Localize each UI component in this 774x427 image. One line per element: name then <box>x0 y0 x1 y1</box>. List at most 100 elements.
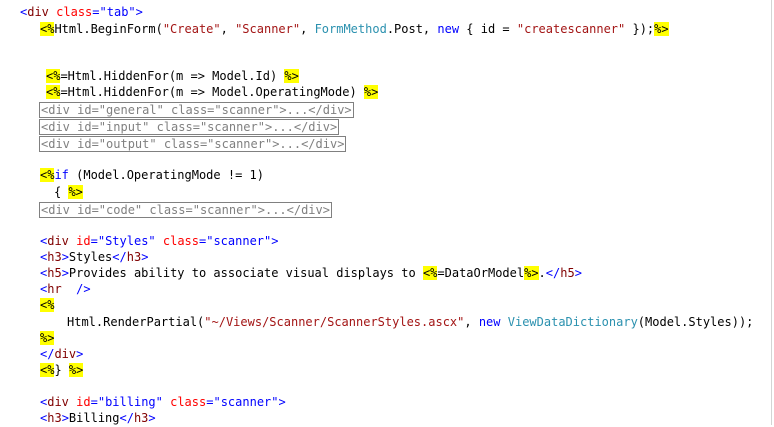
collapsed-region-input[interactable]: <div id="input" class="scanner">...</div… <box>39 119 340 135</box>
code-line: </div> <box>40 346 83 363</box>
token: "scanner" <box>206 234 272 248</box>
token: .Post, <box>386 22 438 36</box>
code-line: <div id="Styles" class="scanner"> <box>40 233 279 250</box>
token: div <box>27 5 49 19</box>
code-line: <%} %> <box>40 362 84 379</box>
token: </ <box>119 411 134 425</box>
token: new <box>478 315 501 329</box>
token: FormMethod <box>314 22 387 36</box>
token: </ <box>40 347 55 361</box>
code-line: <div class="tab"> <box>20 4 143 21</box>
token: ViewDataDictionary <box>507 315 638 329</box>
server-tag-close: %> <box>284 69 299 83</box>
token: /> <box>76 282 91 296</box>
server-tag-close: %> <box>654 22 669 36</box>
server-tag-close: %> <box>68 363 84 377</box>
token: > <box>271 234 279 248</box>
token: > <box>574 266 582 280</box>
token: h3 <box>47 250 62 264</box>
code-line: <h3>Billing</h3> <box>40 410 156 427</box>
token: = <box>90 234 98 248</box>
code-line: <%=Html.HiddenFor(m => Model.Id) %> <box>46 68 299 85</box>
server-tag-close: %> <box>524 266 539 280</box>
token: h5 <box>560 266 575 280</box>
server-tag-open: <% <box>40 168 55 182</box>
code-line: <%=Html.HiddenFor(m => Model.OperatingMo… <box>46 84 379 101</box>
token: > <box>148 411 156 425</box>
server-tag-open: <% <box>422 266 438 280</box>
token: class <box>56 5 93 19</box>
token: = <box>92 5 100 19</box>
token: "Create" <box>162 22 221 36</box>
token: h5 <box>47 266 62 280</box>
token: , <box>300 22 315 36</box>
token: Html.BeginForm( <box>54 22 163 36</box>
token: Provides ability to associate visual dis… <box>68 266 423 280</box>
token: div <box>54 347 77 361</box>
token: { <box>54 185 69 199</box>
code-line: <h5>Provides ability to associate visual… <box>40 265 582 282</box>
code-line: <div id="general" class="scanner">...</d… <box>39 101 354 118</box>
token: h3 <box>47 411 62 425</box>
token: "scanner" <box>213 395 279 409</box>
code-line: <div id="billing" class="scanner"> <box>40 394 286 411</box>
token: "~/Views/Scanner/ScannerStyles.ascx" <box>204 315 465 329</box>
token: h3 <box>133 411 149 425</box>
token: =Html.HiddenFor(m => Model.Id) <box>60 69 285 83</box>
code-line: Html.RenderPartial("~/Views/Scanner/Scan… <box>67 314 753 331</box>
token: , <box>220 22 236 36</box>
server-tag-open: <% <box>46 69 61 83</box>
token: } <box>54 363 69 377</box>
code-line: %> <box>40 330 55 347</box>
token: }); <box>625 22 655 36</box>
token: "tab" <box>99 5 136 19</box>
token: = <box>90 395 98 409</box>
token: > <box>141 250 149 264</box>
token: id <box>76 234 91 248</box>
token: "Scanner" <box>235 22 301 36</box>
code-line: <h3>Styles</h3> <box>40 249 148 266</box>
server-tag-open: <% <box>40 22 55 36</box>
token: . <box>538 266 546 280</box>
code-editor[interactable]: <div class="tab"> <%Html.BeginForm("Crea… <box>0 0 772 425</box>
token: </ <box>112 250 127 264</box>
token: > <box>76 347 84 361</box>
token: (Model.Styles)); <box>637 315 754 329</box>
server-tag-close: %> <box>40 331 55 345</box>
server-tag-close: %> <box>68 185 83 199</box>
code-line: <%Html.BeginForm("Create", "Scanner", Fo… <box>40 21 669 38</box>
code-line: <% <box>40 297 55 314</box>
token: "createscanner" <box>516 22 626 36</box>
collapsed-region-code[interactable]: <div id="code" class="scanner">...</div> <box>39 202 332 218</box>
server-tag-open: <% <box>40 298 55 312</box>
code-line: { %> <box>54 184 83 201</box>
token: =Html.HiddenFor(m => Model.OperatingMode… <box>60 85 364 99</box>
collapsed-region-output[interactable]: <div id="output" class="scanner">...</di… <box>39 136 347 152</box>
token: div <box>47 234 69 248</box>
server-tag-close: %> <box>363 85 379 99</box>
token: > <box>278 395 286 409</box>
token: > <box>61 266 69 280</box>
token: Styles <box>68 250 113 264</box>
token: Billing <box>68 411 120 425</box>
token: "Styles" <box>97 234 156 248</box>
token: , <box>464 315 479 329</box>
token: "billing" <box>97 395 163 409</box>
code-line: <%if (Model.OperatingMode != 1) <box>40 167 264 184</box>
token: </ <box>545 266 561 280</box>
token: > <box>61 250 69 264</box>
token: { id = <box>459 22 517 36</box>
token: if <box>54 168 69 182</box>
code-line: <div id="input" class="scanner">...</div… <box>39 118 340 135</box>
token: h3 <box>126 250 142 264</box>
token: (Model.OperatingMode != 1) <box>68 168 264 182</box>
collapsed-region-general[interactable]: <div id="general" class="scanner">...</d… <box>39 102 354 118</box>
token: hr <box>47 282 62 296</box>
token: class <box>162 234 199 248</box>
token: > <box>135 5 143 19</box>
token: new <box>437 22 460 36</box>
token: Html.RenderPartial( <box>67 315 205 329</box>
code-line: <div id="output" class="scanner">...</di… <box>39 135 347 152</box>
